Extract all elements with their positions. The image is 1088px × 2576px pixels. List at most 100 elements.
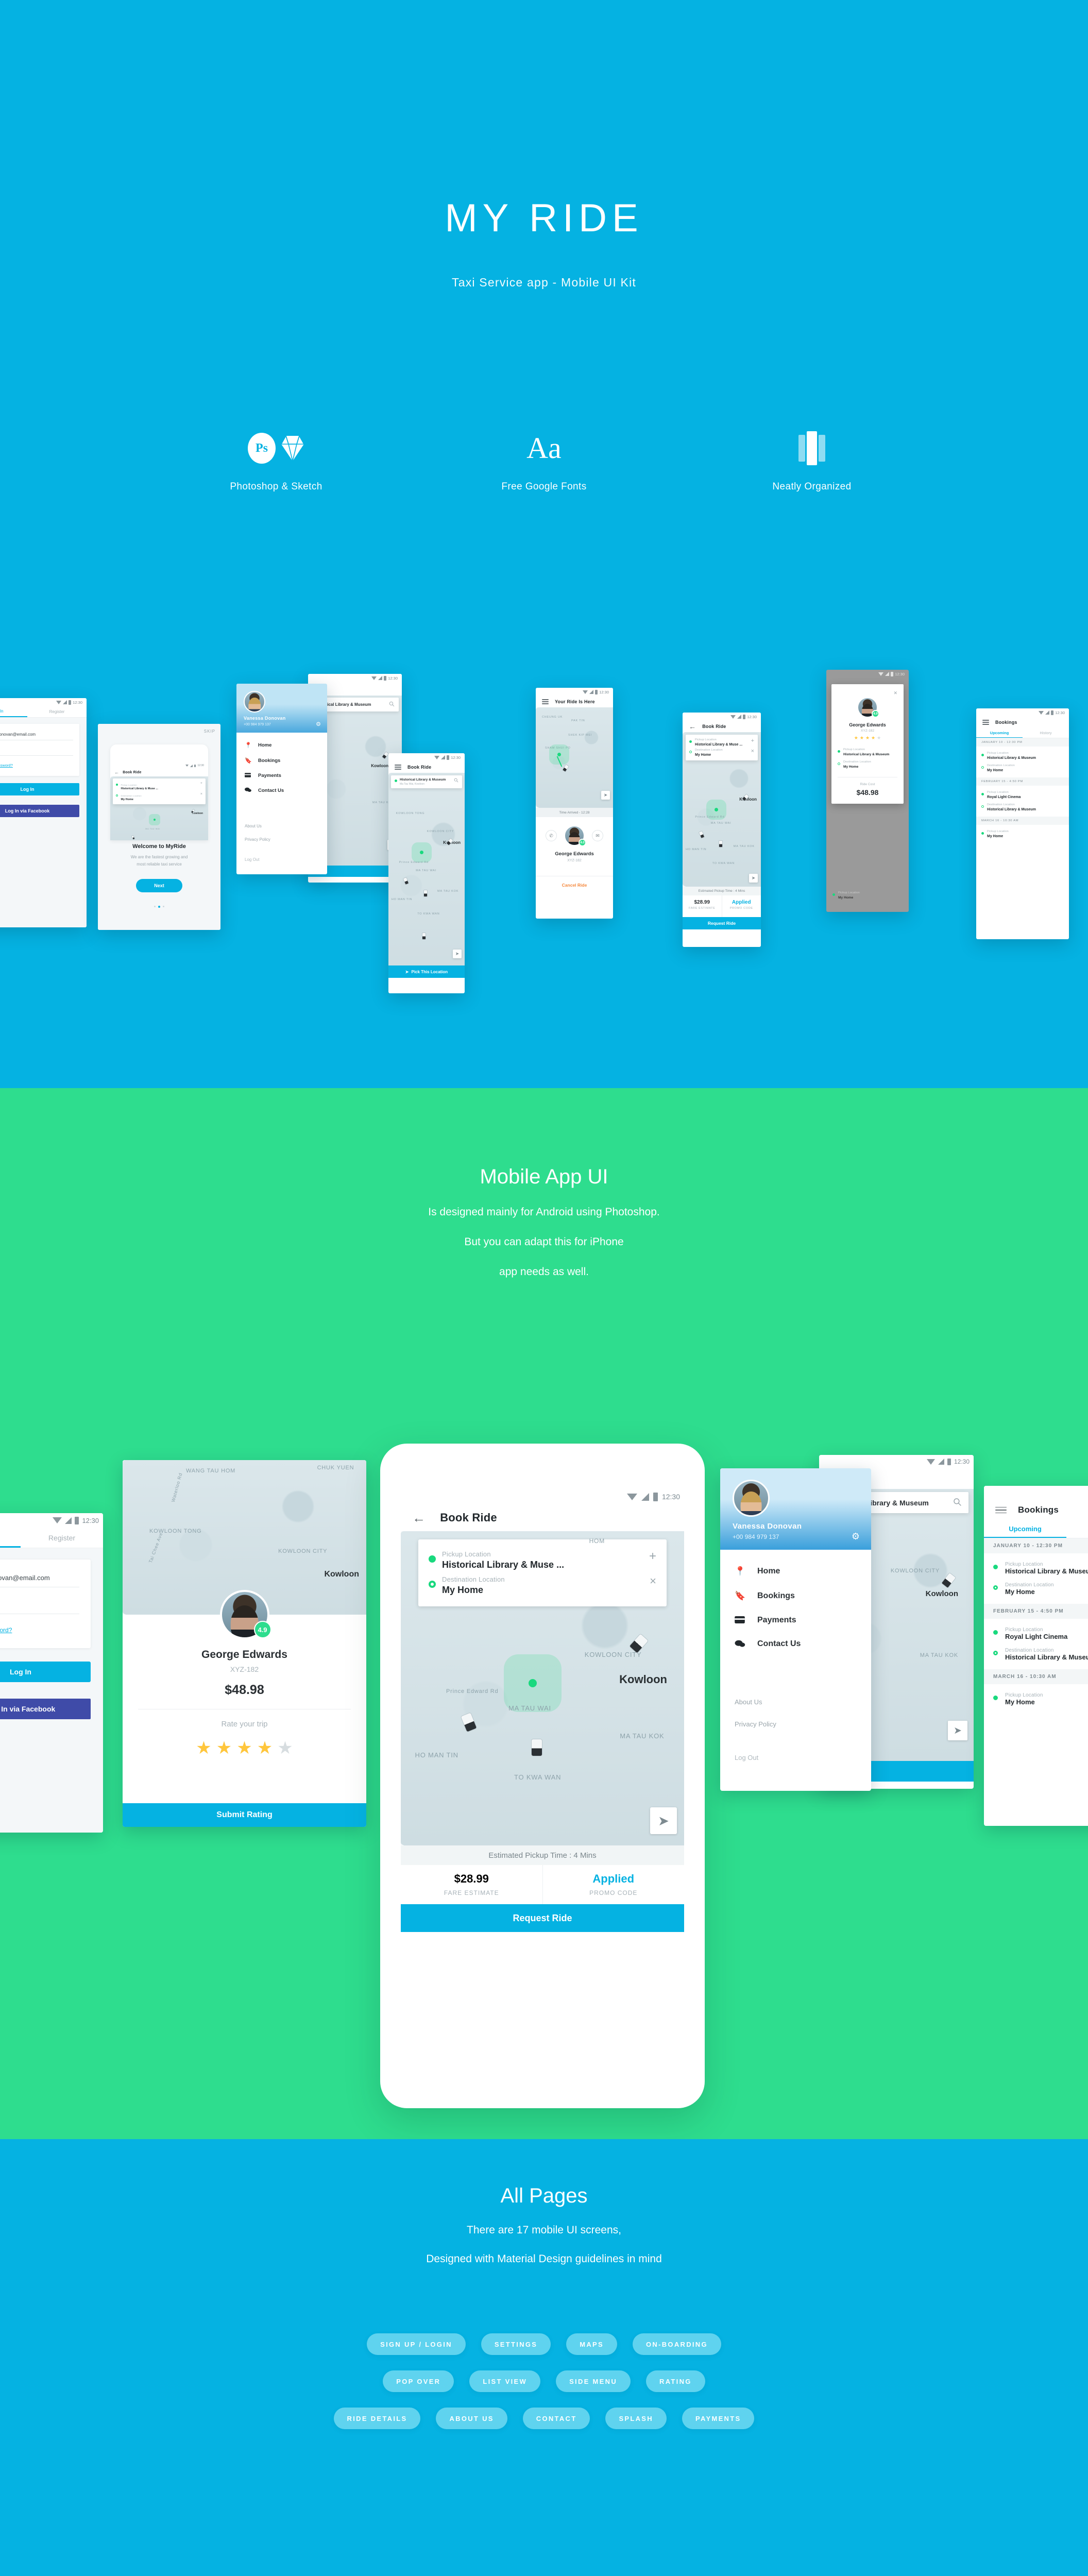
menu-item-payments[interactable]: Payments	[245, 773, 327, 778]
menu-icon[interactable]	[982, 720, 989, 725]
page-tag-ride-details[interactable]: RIDE DETAILS	[333, 2408, 421, 2429]
menu-item-logout[interactable]: Log Out	[735, 1754, 871, 1761]
pick-location-button[interactable]: ➤ Pick This Location	[388, 965, 465, 978]
menu-icon[interactable]	[395, 765, 401, 770]
tab-upcoming[interactable]: Upcoming	[976, 728, 1023, 738]
page-tag-contact[interactable]: CONTACT	[522, 2408, 590, 2429]
gear-icon[interactable]: ⚙	[852, 1531, 860, 1542]
screen-book-ride-large: 12:30 ← Book Ride Pickup Location Histor…	[401, 1489, 684, 2063]
search-subtitle: Ma Tau Wai, Kowloon	[400, 783, 425, 786]
destination-value: My Home	[442, 1585, 484, 1595]
back-icon[interactable]: ←	[114, 770, 119, 775]
phone-icon[interactable]: ✆	[546, 830, 557, 841]
password-field[interactable]: Password	[0, 1587, 79, 1614]
tab-register[interactable]: Register	[27, 706, 87, 717]
page-tag-rating[interactable]: RATING	[646, 2370, 705, 2392]
back-icon[interactable]: ←	[412, 1511, 426, 1524]
feature-label: Photoshop & Sketch	[230, 481, 322, 492]
menu-icon[interactable]	[542, 699, 549, 704]
page-tag-pop-over[interactable]: POP OVER	[383, 2370, 454, 2392]
mail-icon[interactable]: ✉	[592, 830, 603, 841]
plus-icon[interactable]: +	[649, 1550, 656, 1563]
page-tag-list-view[interactable]: LIST VIEW	[469, 2370, 541, 2392]
page-tag-signup-login[interactable]: SIGN UP / LOGIN	[367, 2333, 466, 2355]
locate-me-button[interactable]: ➤	[749, 874, 758, 883]
promo-code-cell[interactable]: Applied PROMO CODE	[722, 895, 761, 917]
screen-login-small: 12:30 Log In Register vanessadonovan@ema…	[0, 698, 87, 927]
promo-code-cell[interactable]: Applied PROMO CODE	[543, 1865, 685, 1904]
tab-history[interactable]: History	[1066, 1521, 1088, 1538]
search-icon[interactable]	[953, 1498, 962, 1507]
request-ride-button[interactable]: Request Ride	[401, 1904, 684, 1932]
facebook-login-button[interactable]: Log In via Facebook	[0, 1699, 91, 1719]
menu-item-bookings[interactable]: 🔖 Bookings	[735, 1591, 871, 1601]
close-icon[interactable]: ×	[200, 792, 202, 796]
signal-icon	[378, 676, 383, 680]
menu-icon[interactable]	[995, 1506, 1007, 1514]
menu-item-home[interactable]: 📍 Home	[245, 742, 327, 749]
locate-me-button[interactable]: ➤	[948, 1721, 967, 1740]
email-field[interactable]: vanessadonovan@email.com	[0, 732, 73, 740]
signal-icon	[641, 1493, 649, 1501]
page-tag-settings[interactable]: SETTINGS	[481, 2333, 551, 2355]
menu-item-contact-us[interactable]: Contact Us	[245, 787, 327, 793]
menu-item-about-us[interactable]: About Us	[245, 824, 327, 828]
email-field[interactable]: vanessadonovan@email.com	[0, 1574, 79, 1587]
page-tag-splash[interactable]: SPLASH	[605, 2408, 667, 2429]
driver-plate: XYZ-182	[860, 729, 875, 733]
map-label-kowloon: Kowloon	[371, 764, 388, 768]
submit-rating-button[interactable]: Submit Rating	[123, 1803, 366, 1827]
locate-me-button[interactable]: ➤	[650, 1807, 677, 1834]
tab-history[interactable]: History	[1023, 728, 1069, 738]
search-icon[interactable]	[454, 778, 458, 784]
skip-button[interactable]: SKIP	[204, 729, 215, 734]
page-tag-side-menu[interactable]: SIDE MENU	[556, 2370, 631, 2392]
map-label-ho-man-tin: HO MAN TIN	[415, 1751, 458, 1759]
close-icon[interactable]: ×	[751, 749, 754, 754]
destination-label: Destination Location	[695, 749, 723, 752]
menu-item-home[interactable]: 📍 Home	[735, 1566, 871, 1577]
tab-login[interactable]: Log In	[0, 706, 27, 717]
close-icon[interactable]: ✕	[838, 690, 897, 696]
forgot-password-link[interactable]: Forgot Password?	[0, 756, 73, 768]
signal-icon	[190, 764, 193, 767]
clock: 12:30	[661, 1493, 680, 1501]
request-ride-button[interactable]: Request Ride	[683, 917, 761, 929]
close-icon[interactable]: ×	[650, 1575, 656, 1587]
locate-me-button[interactable]: ➤	[453, 950, 462, 958]
menu-item-privacy-policy[interactable]: Privacy Policy	[735, 1720, 871, 1728]
login-button[interactable]: Log In	[0, 1662, 91, 1682]
page-tag-about-us[interactable]: ABOUT US	[436, 2408, 507, 2429]
menu-item-logout[interactable]: Log Out	[245, 857, 327, 862]
pickup-label: Pickup Location	[1005, 1627, 1043, 1633]
plus-icon[interactable]: +	[751, 738, 754, 744]
menu-item-about-us[interactable]: About Us	[735, 1698, 871, 1706]
tab-register[interactable]: Register	[21, 1528, 103, 1548]
star-rating[interactable]: ★ ★ ★ ★ ★	[123, 1738, 366, 1758]
status-bar: 12:30	[536, 688, 613, 696]
plus-icon[interactable]: +	[200, 782, 202, 785]
tab-login[interactable]: Log In	[0, 1528, 21, 1548]
search-value[interactable]: Historical Library & Museum	[400, 778, 451, 782]
menu-item-contact-us[interactable]: Contact Us	[735, 1639, 871, 1649]
pickup-value: Royal Light Cinema	[1005, 1633, 1068, 1640]
locate-me-button[interactable]: ➤	[601, 791, 610, 800]
next-button[interactable]: Next	[136, 879, 182, 892]
search-icon[interactable]	[389, 701, 395, 708]
page-tag-maps[interactable]: MAPS	[566, 2333, 617, 2355]
page-tag-onboarding[interactable]: ON-BOARDING	[632, 2333, 721, 2355]
cancel-ride-button[interactable]: Cancel Ride	[536, 876, 613, 888]
page-tag-payments[interactable]: PAYMENTS	[682, 2408, 755, 2429]
gear-icon[interactable]: ⚙	[316, 721, 321, 727]
facebook-login-button[interactable]: Log In via Facebook	[0, 805, 79, 817]
appbar-title: Book Ride	[702, 724, 726, 729]
booking-group: MARCH 16 - 10:30 AM Pickup Location My H…	[976, 817, 1069, 843]
tab-upcoming[interactable]: Upcoming	[984, 1521, 1066, 1538]
password-field[interactable]: Password	[0, 740, 73, 756]
menu-item-bookings[interactable]: 🔖 Bookings	[245, 757, 327, 764]
forgot-password-link[interactable]: Forgot Password?	[0, 1614, 79, 1634]
menu-item-privacy-policy[interactable]: Privacy Policy	[245, 837, 327, 842]
menu-item-payments[interactable]: Payments	[735, 1616, 871, 1625]
login-button[interactable]: Log In	[0, 783, 79, 795]
back-icon[interactable]: ←	[689, 723, 696, 730]
